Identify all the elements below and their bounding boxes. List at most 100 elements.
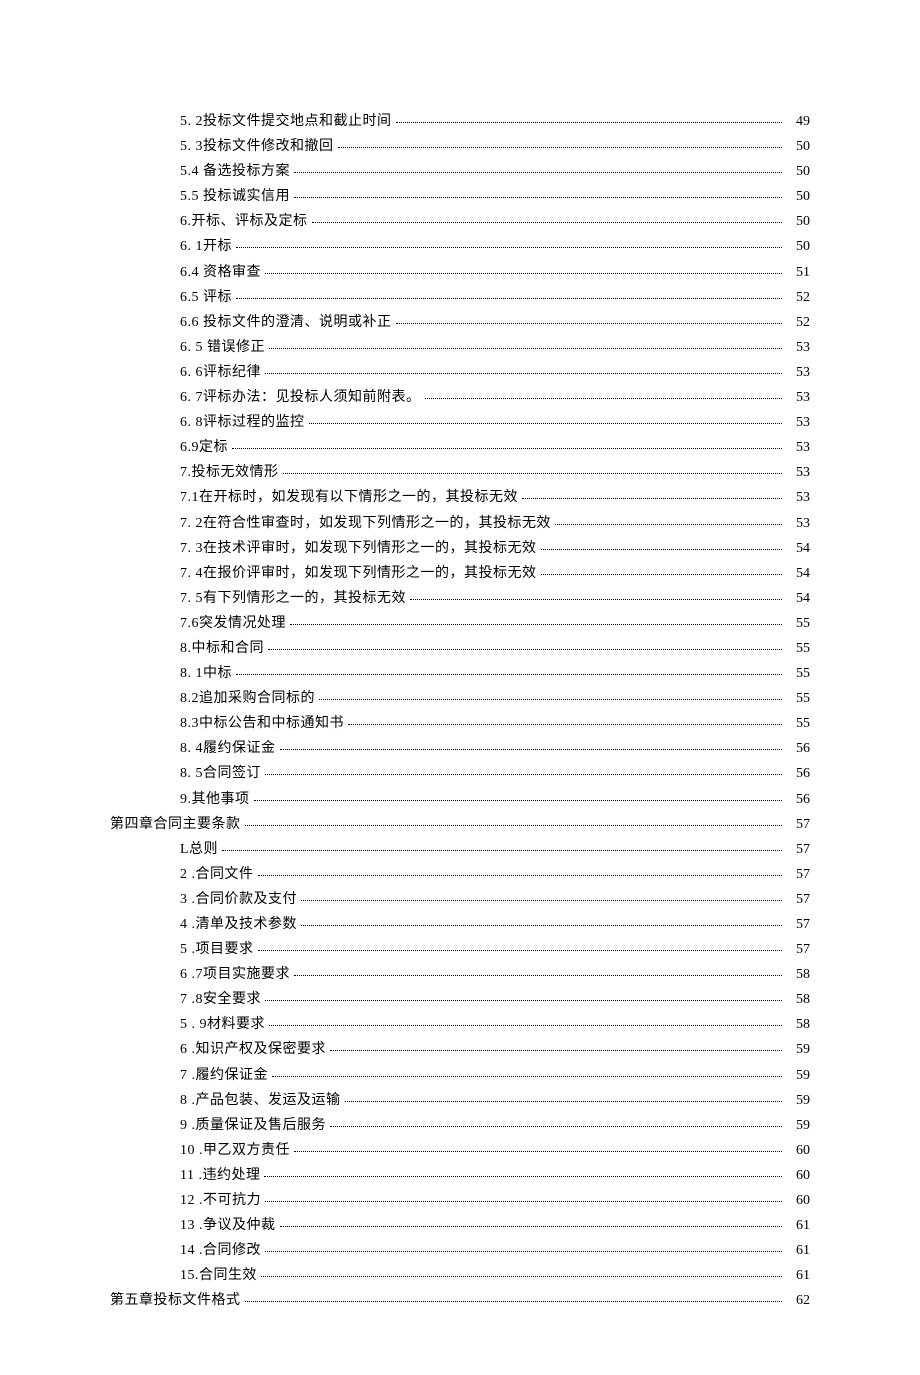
toc-label: 4 .清单及技术参数: [180, 913, 297, 936]
toc-page-number: 56: [786, 737, 810, 760]
toc-row: 7 .8安全要求58: [110, 988, 810, 1011]
toc-row: 8 .产品包装、发运及运输59: [110, 1089, 810, 1112]
toc-page-number: 51: [786, 261, 810, 284]
toc-row: 6. 1开标 50: [110, 235, 810, 258]
toc-row: 6. 8评标过程的监控53: [110, 411, 810, 434]
toc-page-number: 60: [786, 1139, 810, 1162]
toc-leader-dots: [345, 1089, 783, 1101]
toc-row: 7. 4在报价评审时，如发现下列情形之一的，其投标无效54: [110, 562, 810, 585]
toc-row: 7. 2在符合性审查时，如发现下列情形之一的，其投标无效53: [110, 512, 810, 535]
toc-label: 6. 1开标: [180, 235, 232, 258]
toc-page-number: 53: [786, 336, 810, 359]
toc-leader-dots: [410, 588, 782, 600]
toc-label: 8. 4履约保证金: [180, 737, 276, 760]
toc-row: 8. 5合同签订56: [110, 762, 810, 785]
toc-row: L总则57: [110, 838, 810, 861]
toc-leader-dots: [265, 362, 782, 374]
toc-leader-dots: [338, 136, 783, 148]
toc-page-number: 60: [786, 1189, 810, 1212]
toc-row: 9.其他事项56: [110, 788, 810, 811]
toc-row: 8.3中标公告和中标通知书55: [110, 712, 810, 735]
toc-row: 5 . 9材料要求58: [110, 1013, 810, 1036]
toc-label: 10 .甲乙双方责任: [180, 1139, 290, 1162]
toc-leader-dots: [294, 161, 782, 173]
toc-leader-dots: [522, 487, 782, 499]
toc-page-number: 58: [786, 963, 810, 986]
toc-label: 5. 3投标文件修改和撤回: [180, 135, 334, 158]
toc-leader-dots: [301, 889, 782, 901]
toc-label: 8.中标和合同: [180, 637, 264, 660]
toc-leader-dots: [269, 337, 782, 349]
toc-page-number: 55: [786, 712, 810, 735]
toc-label: 7.1在开标时，如发现有以下情形之一的，其投标无效: [180, 486, 518, 509]
toc-label: 6.5 评标: [180, 286, 232, 309]
toc-row: 5. 2投标文件提交地点和截止时间49: [110, 110, 810, 133]
toc-leader-dots: [265, 989, 782, 1001]
toc-page-number: 55: [786, 637, 810, 660]
toc-page-number: 59: [786, 1038, 810, 1061]
toc-label: 8.2追加采购合同标的: [180, 687, 315, 710]
toc-leader-dots: [269, 1014, 782, 1026]
toc-page-number: 55: [786, 687, 810, 710]
toc-row: 6.4 资格审查 51: [110, 261, 810, 284]
toc-leader-dots: [541, 537, 783, 549]
toc-label: 7 .履约保证金: [180, 1064, 268, 1087]
toc-row: 6.9定标53: [110, 436, 810, 459]
toc-leader-dots: [301, 914, 782, 926]
toc-row: 3 .合同价款及支付57: [110, 888, 810, 911]
toc-label: 6.开标、评标及定标: [180, 210, 308, 233]
toc-row: 6.6 投标文件的澄清、说明或补正52: [110, 311, 810, 334]
toc-page-number: 61: [786, 1239, 810, 1262]
toc-row: 5.5 投标诚实信用50: [110, 185, 810, 208]
toc-label: 7. 2在符合性审查时，如发现下列情形之一的，其投标无效: [180, 512, 551, 535]
toc-page-number: 52: [786, 311, 810, 334]
toc-leader-dots: [319, 688, 782, 700]
toc-leader-dots: [290, 613, 782, 625]
toc-leader-dots: [265, 261, 782, 273]
toc-row: 8.2追加采购合同标的 55: [110, 687, 810, 710]
toc-page-number: 55: [786, 612, 810, 635]
toc-leader-dots: [264, 1165, 782, 1177]
toc-page-number: 55: [786, 662, 810, 685]
toc-label: 6.4 资格审查: [180, 261, 261, 284]
toc-leader-dots: [396, 312, 783, 324]
toc-label: 7.投标无效情形: [180, 461, 279, 484]
toc-row: 9 .质量保证及售后服务59: [110, 1114, 810, 1137]
toc-row: 5.4 备选投标方案50: [110, 160, 810, 183]
toc-page-number: 50: [786, 235, 810, 258]
toc-leader-dots: [294, 1140, 782, 1152]
toc-row: 8. 1中标55: [110, 662, 810, 685]
toc-row: 11 .违约处理60: [110, 1164, 810, 1187]
toc-leader-dots: [309, 412, 783, 424]
toc-label: 6 .知识产权及保密要求: [180, 1038, 326, 1061]
toc-label: 6.9定标: [180, 436, 228, 459]
toc-leader-dots: [254, 788, 783, 800]
toc-row: 7. 3在技术评审时，如发现下列情形之一的，其投标无效54: [110, 537, 810, 560]
toc-leader-dots: [245, 813, 783, 825]
toc-leader-dots: [330, 1039, 782, 1051]
toc-page-number: 57: [786, 863, 810, 886]
toc-leader-dots: [236, 663, 782, 675]
toc-label: 6. 7评标办法：见投标人须知前附表。: [180, 386, 421, 409]
toc-label: 12 .不可抗力: [180, 1189, 261, 1212]
toc-page-number: 61: [786, 1214, 810, 1237]
toc-label: 2 .合同文件: [180, 863, 254, 886]
toc-row: 6 .知识产权及保密要求 59: [110, 1038, 810, 1061]
toc-label: 5 .项目要求: [180, 938, 254, 961]
toc-label: 6. 6评标纪律: [180, 361, 261, 384]
toc-page-number: 53: [786, 461, 810, 484]
toc-page-number: 53: [786, 486, 810, 509]
toc-row: 7 .履约保证金59: [110, 1064, 810, 1087]
toc-page-number: 50: [786, 185, 810, 208]
toc-leader-dots: [330, 1115, 782, 1127]
toc-leader-dots: [425, 387, 783, 399]
toc-row: 6. 5 错误修正53: [110, 336, 810, 359]
toc-row: 6.5 评标52: [110, 286, 810, 309]
toc-page-number: 57: [786, 838, 810, 861]
toc-leader-dots: [236, 236, 782, 248]
toc-leader-dots: [268, 638, 782, 650]
toc-leader-dots: [232, 437, 782, 449]
toc-label: 5 . 9材料要求: [180, 1013, 265, 1036]
toc-label: 9 .质量保证及售后服务: [180, 1114, 326, 1137]
toc-leader-dots: [265, 1190, 782, 1202]
